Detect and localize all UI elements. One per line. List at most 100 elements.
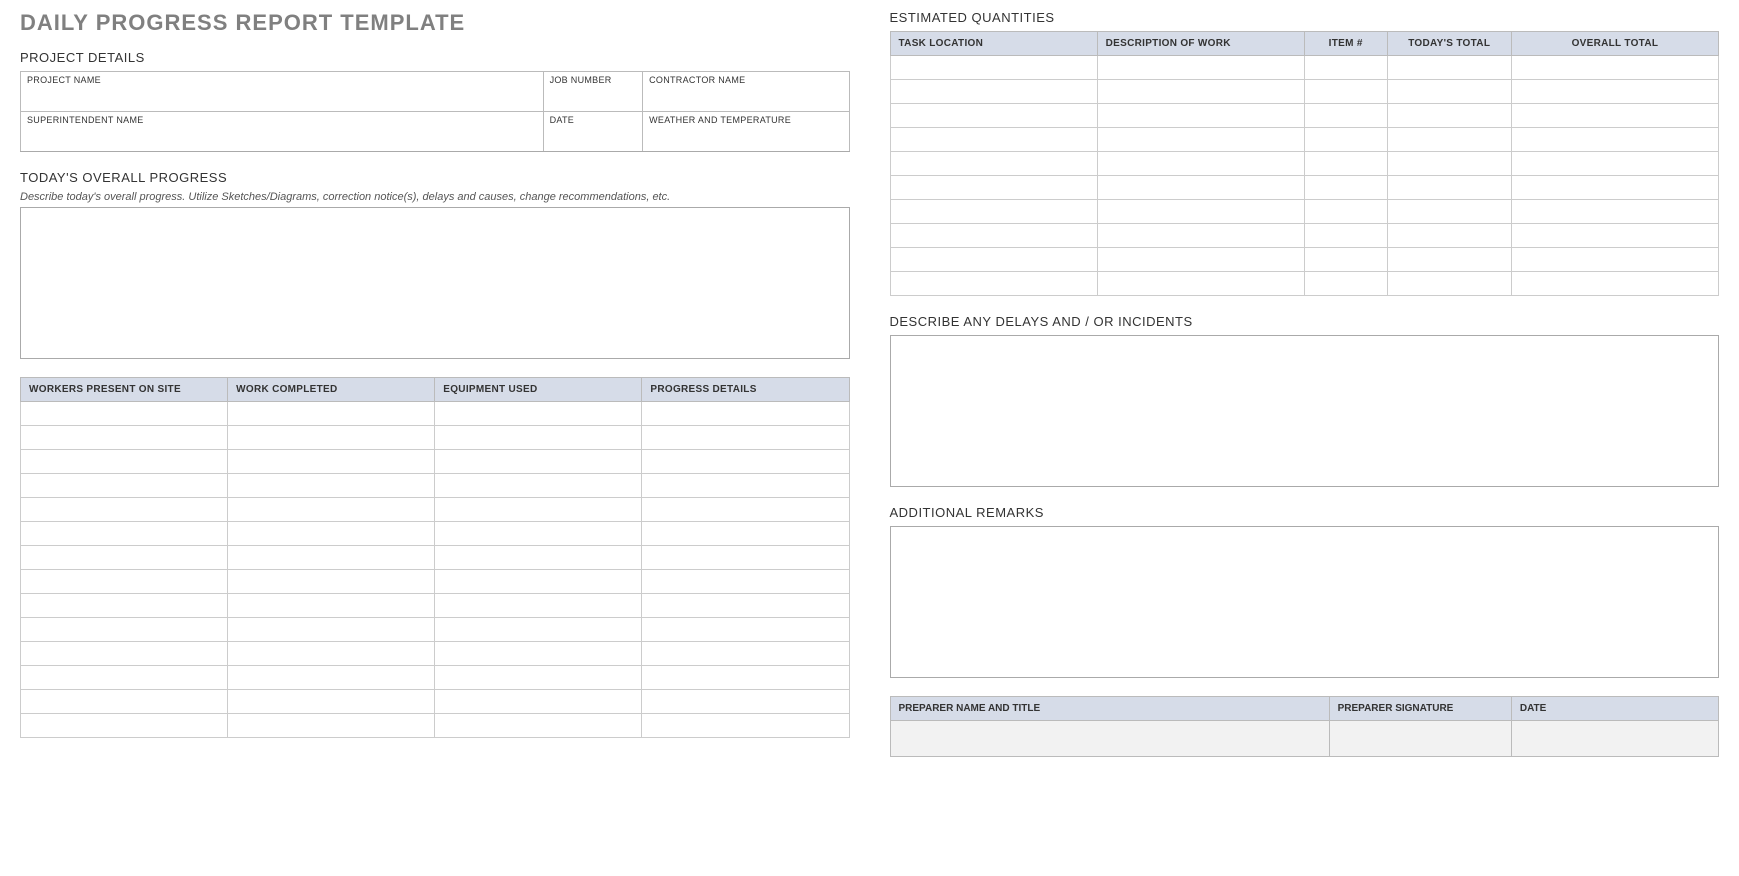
work-cell-input[interactable] xyxy=(234,500,428,519)
work-cell-input[interactable] xyxy=(648,428,842,447)
qty-cell-input[interactable] xyxy=(1311,82,1381,101)
delays-box[interactable] xyxy=(890,335,1720,487)
work-cell-input[interactable] xyxy=(27,548,221,567)
work-cell-input[interactable] xyxy=(441,404,635,423)
work-cell-input[interactable] xyxy=(234,620,428,639)
qty-cell-input[interactable] xyxy=(1104,106,1298,125)
qty-cell-input[interactable] xyxy=(1311,250,1381,269)
qty-cell-input[interactable] xyxy=(1394,106,1505,125)
work-cell-input[interactable] xyxy=(648,548,842,567)
qty-cell-input[interactable] xyxy=(1311,130,1381,149)
qty-cell-input[interactable] xyxy=(1518,178,1712,197)
work-cell-input[interactable] xyxy=(234,452,428,471)
work-cell-input[interactable] xyxy=(234,428,428,447)
work-cell-input[interactable] xyxy=(441,476,635,495)
preparer-signature-field[interactable] xyxy=(1331,722,1510,755)
work-cell-input[interactable] xyxy=(441,668,635,687)
qty-cell-input[interactable] xyxy=(1394,274,1505,293)
qty-cell-input[interactable] xyxy=(1311,154,1381,173)
qty-cell-input[interactable] xyxy=(1311,274,1381,293)
qty-cell-input[interactable] xyxy=(1518,58,1712,77)
qty-cell-input[interactable] xyxy=(1104,250,1298,269)
work-cell-input[interactable] xyxy=(234,476,428,495)
qty-cell-input[interactable] xyxy=(897,226,1091,245)
weather-field[interactable] xyxy=(643,125,848,151)
work-cell-input[interactable] xyxy=(648,692,842,711)
qty-cell-input[interactable] xyxy=(1518,130,1712,149)
work-cell-input[interactable] xyxy=(648,572,842,591)
qty-cell-input[interactable] xyxy=(1518,226,1712,245)
work-cell-input[interactable] xyxy=(648,716,842,735)
signature-date-field[interactable] xyxy=(1513,722,1717,755)
work-cell-input[interactable] xyxy=(27,668,221,687)
work-cell-input[interactable] xyxy=(441,428,635,447)
work-cell-input[interactable] xyxy=(27,404,221,423)
qty-cell-input[interactable] xyxy=(1311,106,1381,125)
work-cell-input[interactable] xyxy=(648,596,842,615)
qty-cell-input[interactable] xyxy=(1104,202,1298,221)
qty-cell-input[interactable] xyxy=(897,250,1091,269)
project-name-field[interactable] xyxy=(21,85,543,111)
work-cell-input[interactable] xyxy=(234,644,428,663)
work-cell-input[interactable] xyxy=(27,452,221,471)
work-cell-input[interactable] xyxy=(648,524,842,543)
work-cell-input[interactable] xyxy=(648,404,842,423)
work-cell-input[interactable] xyxy=(234,572,428,591)
work-cell-input[interactable] xyxy=(27,500,221,519)
work-cell-input[interactable] xyxy=(648,668,842,687)
qty-cell-input[interactable] xyxy=(1311,58,1381,77)
qty-cell-input[interactable] xyxy=(1518,106,1712,125)
work-cell-input[interactable] xyxy=(441,572,635,591)
qty-cell-input[interactable] xyxy=(1518,202,1712,221)
work-cell-input[interactable] xyxy=(234,716,428,735)
qty-cell-input[interactable] xyxy=(1518,82,1712,101)
work-cell-input[interactable] xyxy=(27,620,221,639)
todays-progress-box[interactable] xyxy=(20,207,850,359)
work-cell-input[interactable] xyxy=(234,404,428,423)
work-cell-input[interactable] xyxy=(234,668,428,687)
work-cell-input[interactable] xyxy=(234,596,428,615)
qty-cell-input[interactable] xyxy=(1104,130,1298,149)
job-number-field[interactable] xyxy=(544,85,643,111)
qty-cell-input[interactable] xyxy=(897,178,1091,197)
work-cell-input[interactable] xyxy=(27,572,221,591)
qty-cell-input[interactable] xyxy=(1394,250,1505,269)
work-cell-input[interactable] xyxy=(441,452,635,471)
work-cell-input[interactable] xyxy=(648,452,842,471)
work-cell-input[interactable] xyxy=(441,596,635,615)
work-cell-input[interactable] xyxy=(234,548,428,567)
qty-cell-input[interactable] xyxy=(1518,250,1712,269)
qty-cell-input[interactable] xyxy=(897,106,1091,125)
qty-cell-input[interactable] xyxy=(1104,154,1298,173)
qty-cell-input[interactable] xyxy=(1518,154,1712,173)
work-cell-input[interactable] xyxy=(27,428,221,447)
work-cell-input[interactable] xyxy=(27,596,221,615)
qty-cell-input[interactable] xyxy=(1104,178,1298,197)
work-cell-input[interactable] xyxy=(27,476,221,495)
date-field[interactable] xyxy=(544,125,643,151)
work-cell-input[interactable] xyxy=(441,548,635,567)
qty-cell-input[interactable] xyxy=(1104,226,1298,245)
qty-cell-input[interactable] xyxy=(897,58,1091,77)
work-cell-input[interactable] xyxy=(441,524,635,543)
qty-cell-input[interactable] xyxy=(1104,58,1298,77)
qty-cell-input[interactable] xyxy=(1394,202,1505,221)
work-cell-input[interactable] xyxy=(27,716,221,735)
work-cell-input[interactable] xyxy=(441,644,635,663)
work-cell-input[interactable] xyxy=(27,692,221,711)
work-cell-input[interactable] xyxy=(441,692,635,711)
work-cell-input[interactable] xyxy=(648,476,842,495)
qty-cell-input[interactable] xyxy=(897,130,1091,149)
work-cell-input[interactable] xyxy=(234,692,428,711)
superintendent-name-field[interactable] xyxy=(21,125,543,151)
work-cell-input[interactable] xyxy=(648,500,842,519)
qty-cell-input[interactable] xyxy=(1394,178,1505,197)
qty-cell-input[interactable] xyxy=(1104,82,1298,101)
qty-cell-input[interactable] xyxy=(1394,130,1505,149)
qty-cell-input[interactable] xyxy=(1394,82,1505,101)
preparer-name-field[interactable] xyxy=(892,722,1328,755)
work-cell-input[interactable] xyxy=(648,620,842,639)
qty-cell-input[interactable] xyxy=(1518,274,1712,293)
work-cell-input[interactable] xyxy=(648,644,842,663)
qty-cell-input[interactable] xyxy=(1394,58,1505,77)
